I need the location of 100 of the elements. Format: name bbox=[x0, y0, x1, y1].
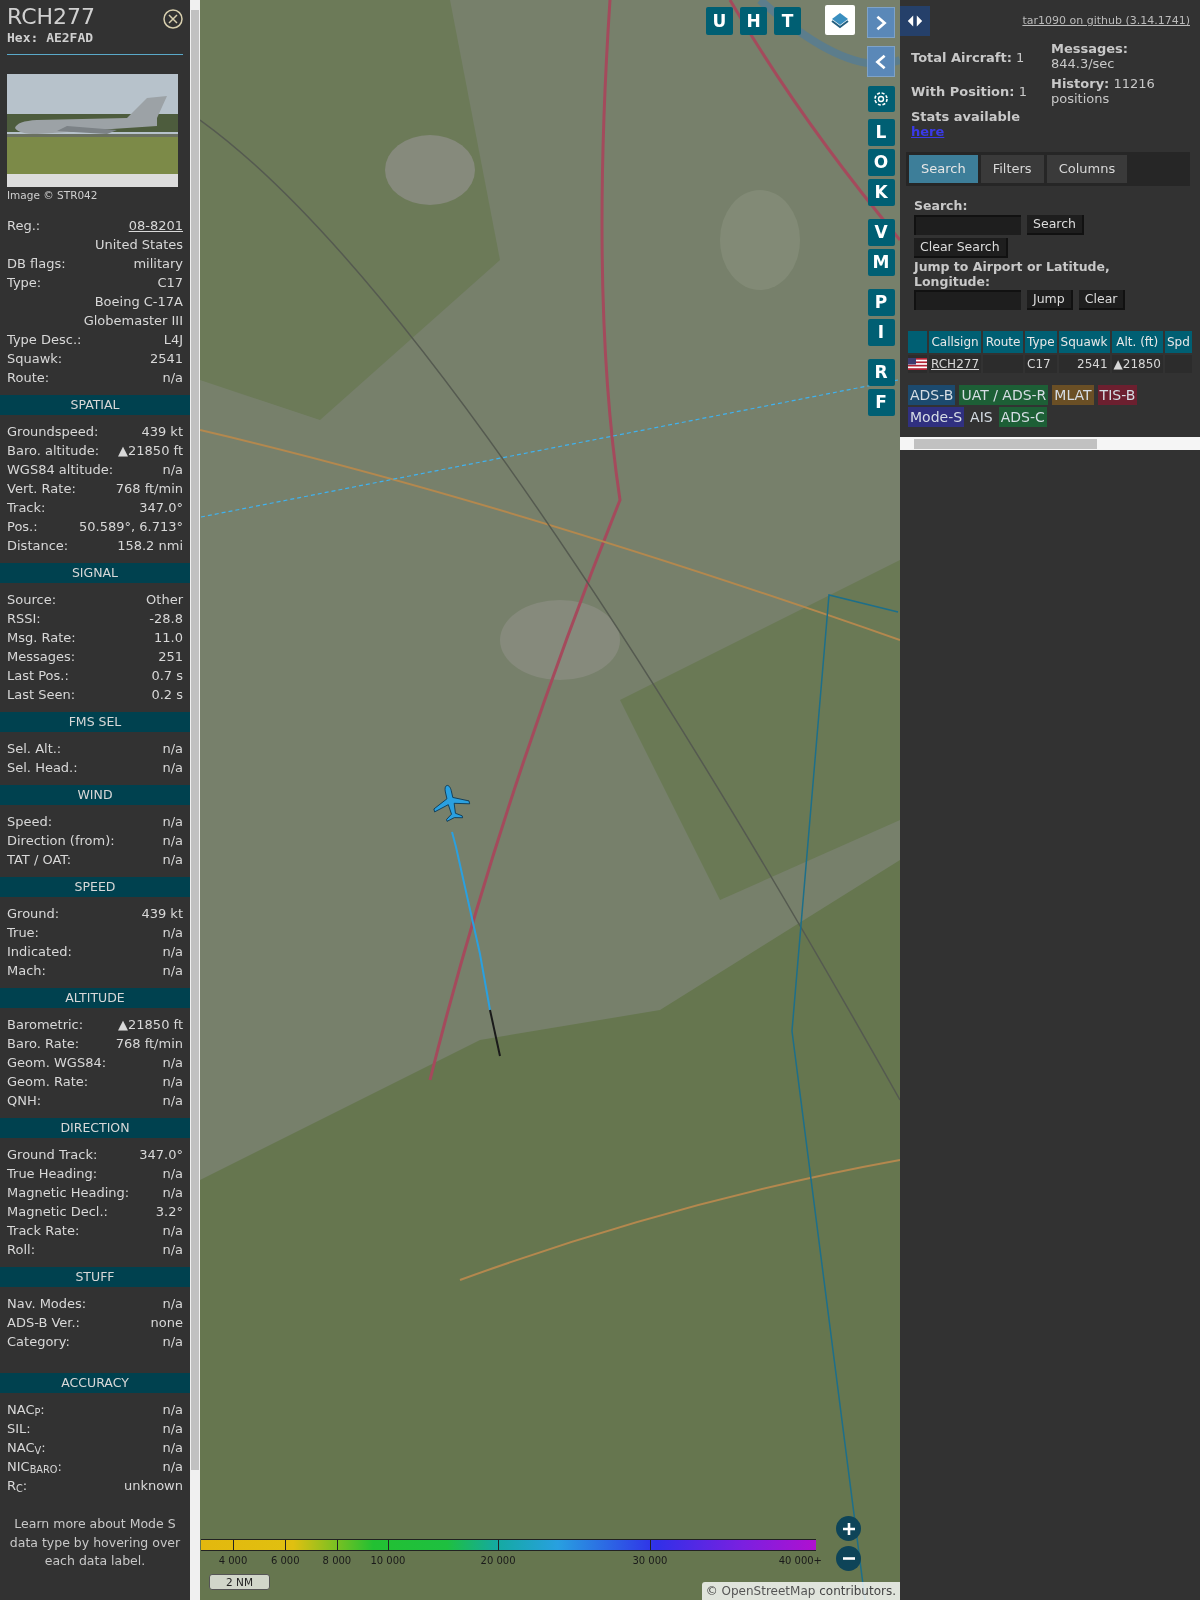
registration-link[interactable]: 08-8201 bbox=[128, 216, 183, 235]
source-tag: Mode-S bbox=[908, 407, 965, 427]
input-field[interactable] bbox=[914, 290, 1021, 310]
panel-toggle-button[interactable] bbox=[900, 6, 930, 36]
layers-icon bbox=[830, 10, 850, 30]
field-value: n/a bbox=[162, 962, 183, 980]
minus-icon bbox=[842, 1557, 855, 1560]
field-value: none bbox=[150, 1314, 183, 1332]
map-toggle-button[interactable]: M bbox=[867, 249, 895, 276]
field-value: n/a bbox=[162, 1420, 183, 1438]
field-label: WGS84 altitude: bbox=[7, 461, 114, 479]
section-header: WIND bbox=[0, 785, 190, 805]
expand-button[interactable] bbox=[867, 7, 895, 38]
source-tag: MLAT bbox=[1052, 385, 1094, 405]
field-value: 0.7 s bbox=[151, 667, 183, 685]
field-value: 50.589°, 6.713° bbox=[79, 518, 183, 536]
map-toggle-button[interactable]: H bbox=[740, 7, 767, 35]
field-label: TAT / OAT: bbox=[7, 851, 72, 869]
field-label: Reg.: bbox=[7, 217, 41, 235]
field-label: Search: bbox=[914, 198, 969, 214]
flag-icon bbox=[908, 358, 927, 370]
field-value: 251 bbox=[158, 648, 183, 666]
settings-button[interactable] bbox=[867, 86, 895, 112]
map-toggle-button[interactable]: V bbox=[867, 219, 895, 246]
field-value: 158.2 nmi bbox=[117, 537, 183, 555]
source-tag: UAT / ADS-R bbox=[959, 385, 1049, 405]
field-label: Sel. Head.: bbox=[7, 759, 78, 777]
map-toggle-button[interactable]: O bbox=[867, 149, 895, 176]
altitude-label: 10 000 bbox=[370, 1554, 406, 1568]
field-value: n/a bbox=[162, 813, 183, 831]
map-toggle-button[interactable]: F bbox=[867, 389, 895, 416]
map-toggle-button[interactable]: U bbox=[706, 7, 733, 35]
field-value: Other bbox=[146, 591, 183, 609]
stats-note: Stats available here bbox=[911, 109, 1022, 139]
field-value: n/a bbox=[162, 1333, 183, 1351]
column-header[interactable]: Squawk bbox=[1058, 331, 1110, 353]
field-label: Route: bbox=[7, 369, 50, 387]
close-icon[interactable] bbox=[163, 9, 183, 29]
field-label: ADS-B Ver.: bbox=[7, 1314, 80, 1332]
callsign-link[interactable]: RCH277 bbox=[929, 355, 982, 373]
input-field[interactable] bbox=[914, 215, 1021, 235]
stat-text: Messages: 844.3/sec bbox=[1051, 41, 1130, 71]
horizontal-scrollbar[interactable] bbox=[900, 437, 1200, 450]
field-label: R$_{C}$: bbox=[7, 1477, 28, 1495]
map-toggle-button[interactable]: R bbox=[867, 359, 895, 386]
map-toggle-button[interactable]: I bbox=[867, 319, 895, 346]
stat-text: Total Aircraft: 1 bbox=[911, 50, 1026, 65]
field-label: Geom. Rate: bbox=[7, 1073, 89, 1091]
field-label: Track Rate: bbox=[7, 1222, 80, 1240]
source-tag: TIS-B bbox=[1097, 385, 1138, 405]
field-label: Squawk: bbox=[7, 350, 63, 368]
field-label: NAC$_{P}$: bbox=[7, 1401, 45, 1419]
field-label: QNH: bbox=[7, 1092, 42, 1110]
scrollbar[interactable] bbox=[190, 0, 200, 1600]
tab[interactable]: Search bbox=[909, 155, 978, 183]
field-value: n/a bbox=[162, 461, 183, 479]
source-tag: ADS-B bbox=[908, 385, 956, 405]
map-toggle-button[interactable]: K bbox=[867, 179, 895, 206]
field-value: n/a bbox=[162, 740, 183, 758]
photo-credit: Image © STR042 bbox=[7, 188, 99, 202]
field-label: NAC$_{V}$: bbox=[7, 1439, 46, 1457]
map-toggle-button[interactable]: P bbox=[867, 289, 895, 316]
openstreetmap-link[interactable]: OpenStreetMap bbox=[721, 1584, 816, 1598]
field-label: Pos.: bbox=[7, 518, 38, 536]
clear-button[interactable]: Clear bbox=[1078, 290, 1126, 310]
column-header[interactable]: Callsign bbox=[929, 331, 982, 353]
search-button[interactable]: Search bbox=[1027, 215, 1084, 235]
field-value: n/a bbox=[162, 1165, 183, 1183]
field-value: n/a bbox=[162, 759, 183, 777]
field-value: 11.0 bbox=[154, 629, 183, 647]
jump-button[interactable]: Jump bbox=[1027, 290, 1073, 310]
clear-search-button[interactable]: Clear Search bbox=[914, 238, 1008, 258]
field-label: Last Pos.: bbox=[7, 667, 69, 685]
aircraft-icon[interactable] bbox=[433, 785, 471, 822]
field-value: 768 ft/min bbox=[115, 480, 183, 498]
field-value: n/a bbox=[162, 1092, 183, 1110]
column-header[interactable]: Type bbox=[1025, 331, 1057, 353]
layers-button[interactable] bbox=[825, 5, 855, 35]
field-label: Indicated: bbox=[7, 943, 72, 961]
collapse-button[interactable] bbox=[867, 46, 895, 77]
column-header[interactable]: Route bbox=[983, 331, 1024, 353]
map-toggle-button[interactable]: T bbox=[774, 7, 801, 35]
column-header[interactable]: Spd bbox=[1165, 331, 1192, 353]
field-label: Magnetic Heading: bbox=[7, 1184, 130, 1202]
field-label: Nav. Modes: bbox=[7, 1295, 87, 1313]
field-label: RSSI: bbox=[7, 610, 41, 628]
tab[interactable]: Columns bbox=[1046, 155, 1128, 183]
map-toggle-button[interactable]: L bbox=[867, 119, 895, 146]
tab[interactable]: Filters bbox=[980, 155, 1044, 183]
section-header: SIGNAL bbox=[0, 563, 190, 583]
field-value: 2541 bbox=[149, 350, 183, 368]
field-value: 0.2 s bbox=[151, 686, 183, 704]
scale-bar: 2 NM bbox=[209, 1574, 270, 1590]
github-link[interactable]: tar1090 on github (3.14.1741) bbox=[1022, 13, 1190, 30]
field-value: ▲21850 ft bbox=[118, 1016, 183, 1034]
section-header: ALTITUDE bbox=[0, 988, 190, 1008]
column-header[interactable]: Alt. (ft) bbox=[1111, 331, 1163, 353]
field-value: 347.0° bbox=[139, 499, 183, 517]
map-attribution: © OpenStreetMap contributors. bbox=[701, 1582, 900, 1600]
altitude-label: 8 000 bbox=[322, 1554, 352, 1568]
